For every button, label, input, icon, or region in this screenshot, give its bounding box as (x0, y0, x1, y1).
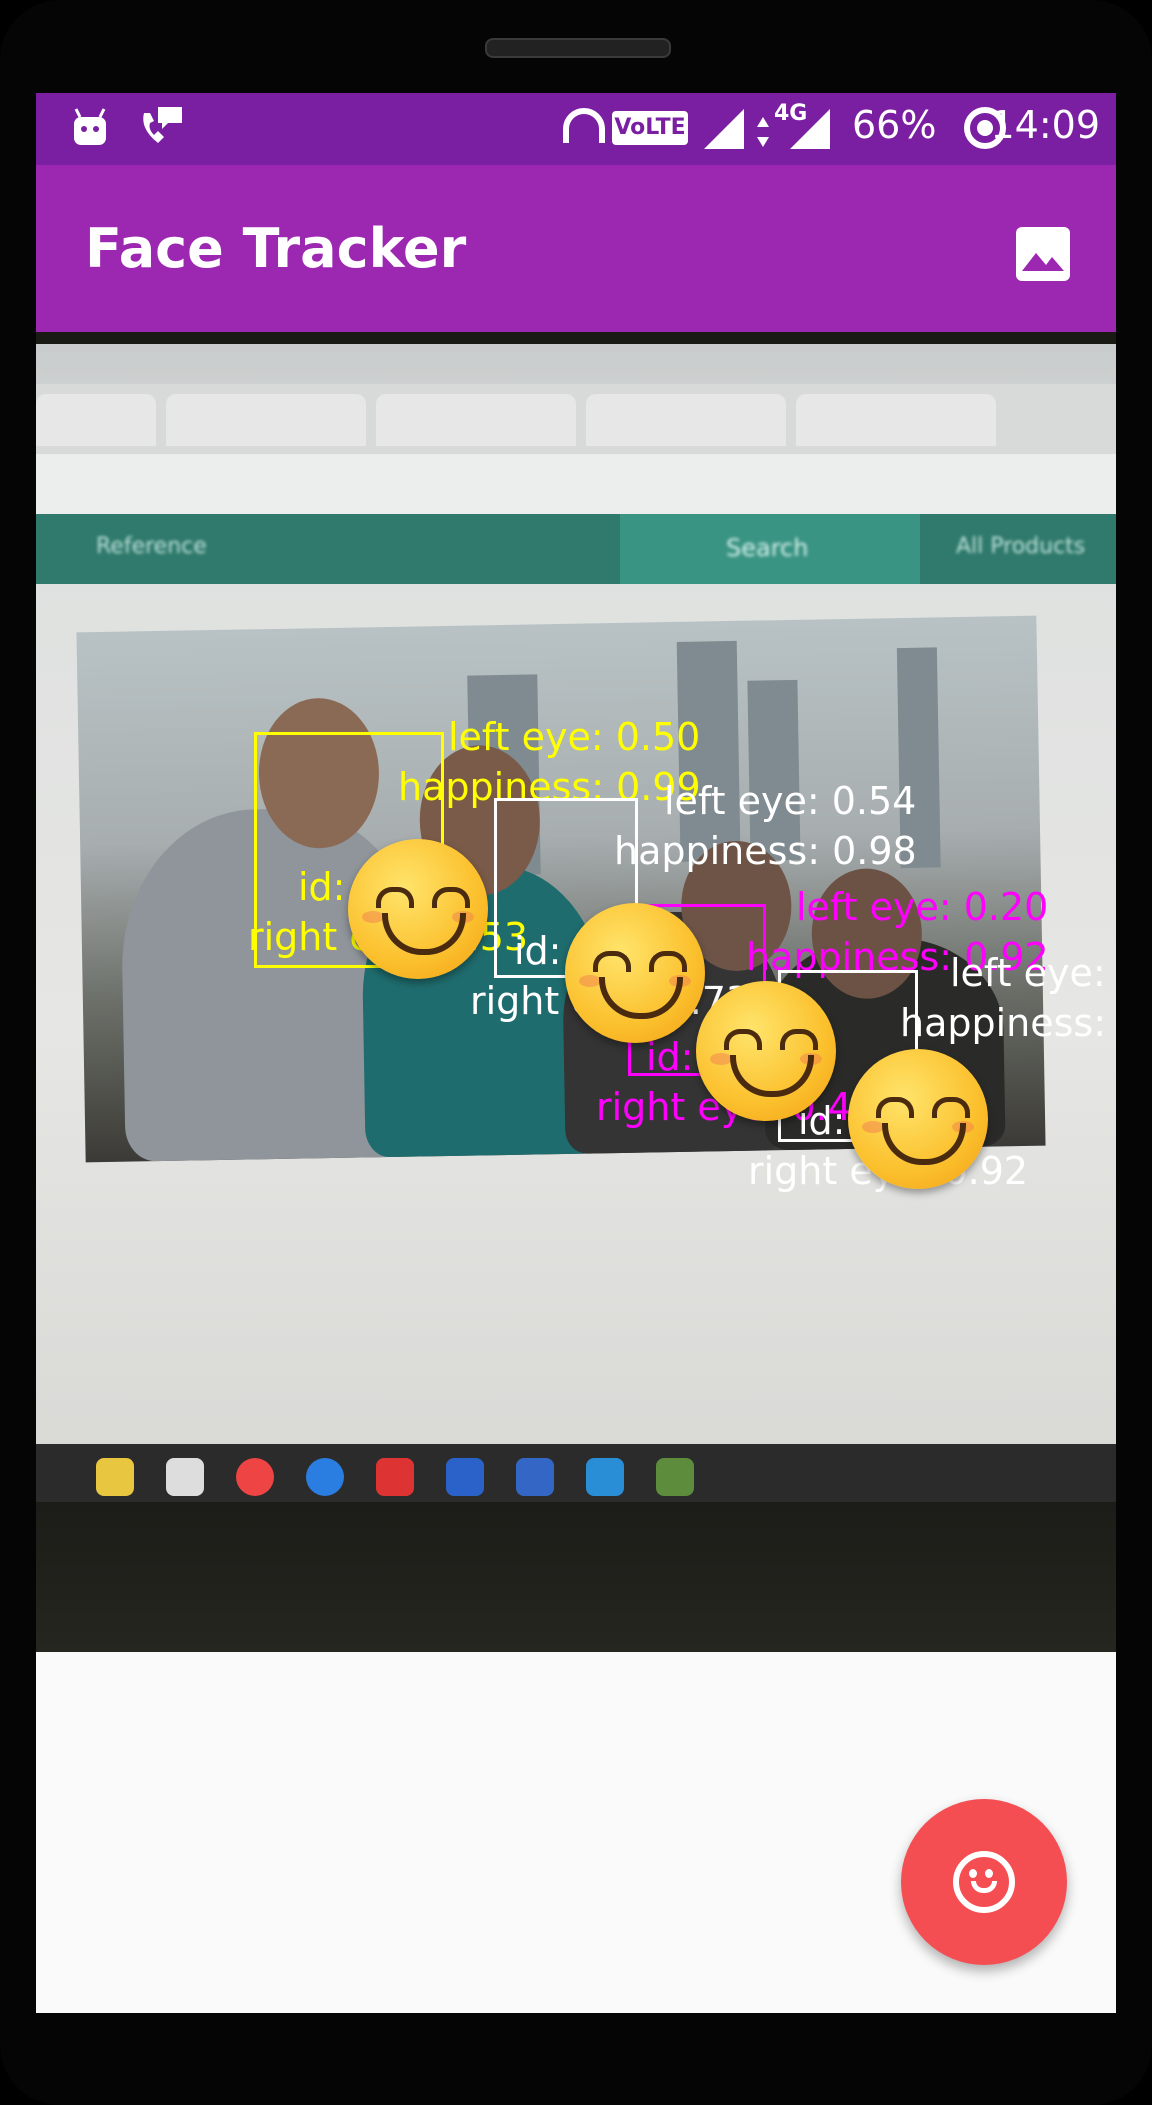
browser-tab (796, 394, 996, 446)
browser-tab (586, 394, 786, 446)
screen: VoLTE 4G 66% 14:09 Face Tracker Referenc… (36, 93, 1116, 2013)
face-left-eye: left eye: 0.20 (796, 885, 1049, 929)
camera-preview: Reference Search All Products left eye: … (36, 332, 1116, 1652)
store-icon (166, 1458, 204, 1496)
smiley-emoji-icon (696, 981, 836, 1121)
status-bar: VoLTE 4G 66% 14:09 (36, 93, 1116, 165)
signal-icon (704, 109, 744, 149)
face-left-eye: left eye: 0 (950, 951, 1116, 995)
app-icon (446, 1458, 484, 1496)
face-detect-fab-button[interactable] (901, 1799, 1067, 1965)
wifi-calling-icon (143, 107, 182, 143)
site-search-label: Search (726, 534, 809, 562)
headset-icon (563, 108, 605, 143)
image-icon[interactable] (1014, 225, 1072, 283)
earpiece-speaker (485, 38, 671, 58)
face-happiness: happiness: 0 (900, 1001, 1116, 1045)
site-nav-right: All Products (956, 534, 1086, 559)
app-icon (376, 1458, 414, 1496)
smiley-emoji-icon (565, 903, 705, 1043)
app-title: Face Tracker (85, 217, 467, 280)
app-icon (656, 1458, 694, 1496)
face-happiness: happiness: 0.98 (614, 829, 917, 873)
desk-area (36, 1502, 1116, 1652)
app-icon (586, 1458, 624, 1496)
face-left-eye: left eye: 0.50 (448, 715, 701, 759)
browser-tabs (36, 384, 1116, 454)
data-arrows-icon (757, 117, 769, 147)
face-icon (953, 1851, 1015, 1913)
android-icon (74, 108, 106, 145)
site-header: Reference Search All Products (36, 514, 1116, 584)
volte-label: VoLTE (614, 115, 686, 140)
battery-percent: 66% (852, 103, 937, 147)
app-bar: Face Tracker (36, 165, 1116, 332)
browser-tab (166, 394, 366, 446)
clock: 14:09 (990, 103, 1100, 147)
folder-icon (96, 1458, 134, 1496)
smiley-emoji-icon (348, 839, 488, 979)
edge-icon (306, 1458, 344, 1496)
face-left-eye: left eye: 0.54 (664, 779, 917, 823)
chrome-icon (236, 1458, 274, 1496)
smiley-emoji-icon (848, 1049, 988, 1189)
site-nav-left: Reference (96, 534, 207, 559)
phone-frame: VoLTE 4G 66% 14:09 Face Tracker Referenc… (0, 0, 1152, 2105)
browser-tab (376, 394, 576, 446)
volte-icon: VoLTE (612, 111, 688, 145)
address-bar (36, 454, 1116, 514)
app-icon (516, 1458, 554, 1496)
browser-tab (36, 394, 156, 446)
signal-4g-icon (790, 109, 830, 149)
